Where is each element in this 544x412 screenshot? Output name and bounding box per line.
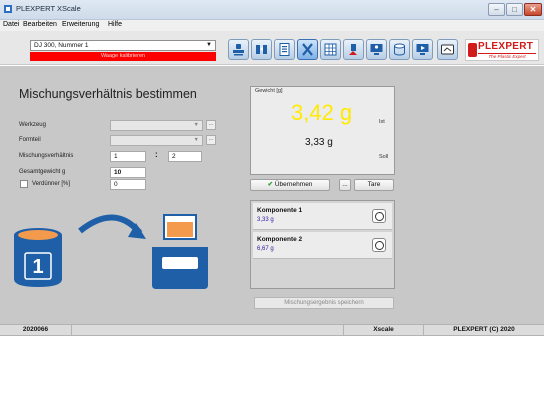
- window-title: PLEXPERT XScale: [16, 4, 81, 13]
- toolbar: DJ 300, Nummer 1 ▼ Waage kalibrieren PLE…: [0, 31, 544, 65]
- ratio-b-input[interactable]: 2: [168, 151, 202, 162]
- save-result-button[interactable]: Mischungsergebnis speichern: [254, 297, 394, 309]
- weight-panel: Gewicht [g] 3,42 g Ist 3,33 g Soll: [250, 86, 395, 175]
- minimize-button[interactable]: –: [488, 3, 505, 16]
- card-button[interactable]: [437, 39, 458, 60]
- stamp-button[interactable]: [228, 39, 249, 60]
- total-weight-input[interactable]: 10: [110, 167, 146, 178]
- card-icon: [441, 44, 454, 55]
- ratio-label: Mischungsverhältnis: [19, 153, 74, 159]
- menu-erweiterung[interactable]: Erweiterung: [62, 21, 99, 28]
- db-icon: [394, 43, 405, 56]
- monitor-person-button[interactable]: [366, 39, 387, 60]
- component-item[interactable]: Komponente 1 3,33 g: [253, 203, 392, 230]
- status-bar: 2020066 Xscale PLEXPERT (C) 2020: [0, 324, 544, 336]
- monitor-play-button[interactable]: [412, 39, 433, 60]
- component-item[interactable]: Komponente 2 6,67 g: [253, 232, 392, 259]
- stamp-icon: [233, 44, 244, 56]
- menu-bar: Datei Bearbeiten Erweiterung Hilfe: [0, 20, 544, 31]
- calibrate-icon: [349, 44, 357, 55]
- menu-hilfe[interactable]: Hilfe: [108, 21, 122, 28]
- plexpert-logo: PLEXPERT The Plastic Expert: [465, 39, 539, 61]
- mixing-illustration: 1: [14, 214, 208, 289]
- scale-button[interactable]: [297, 39, 318, 60]
- part-label: Formteil: [19, 137, 41, 143]
- menu-bearbeiten[interactable]: Bearbeiten: [23, 21, 57, 28]
- tool-select[interactable]: ▼: [110, 120, 203, 131]
- weight-ist-label: Ist: [379, 119, 385, 125]
- component-status-icon[interactable]: [372, 238, 386, 252]
- component-name: Komponente 1: [257, 207, 303, 214]
- main-panel: Mischungsverhältnis bestimmen Werkzeug ▼…: [0, 66, 544, 324]
- maximize-button[interactable]: □: [506, 3, 523, 16]
- logo-text: PLEXPERT: [478, 41, 534, 52]
- page-title: Mischungsverhältnis bestimmen: [19, 87, 197, 101]
- weight-more-button[interactable]: ...: [339, 179, 351, 191]
- calibrate-button[interactable]: [343, 39, 364, 60]
- component-status-icon[interactable]: [372, 209, 386, 223]
- weight-caption: Gewicht [g]: [255, 88, 283, 94]
- menu-datei[interactable]: Datei: [3, 21, 19, 28]
- logo-mark-icon: [468, 43, 477, 57]
- document-icon: [279, 43, 290, 56]
- status-id: 2020066: [0, 325, 72, 335]
- total-weight-label: Gesamtgewicht g: [19, 169, 66, 175]
- calibration-status: Waage kalibrieren: [30, 52, 216, 61]
- app-icon: [4, 5, 12, 13]
- chevron-down-icon: ▼: [206, 42, 212, 48]
- part-select[interactable]: ▼: [110, 135, 203, 146]
- components-panel: Komponente 1 3,33 g Komponente 2 6,67 g: [250, 200, 395, 289]
- accept-button-label: Übernehmen: [274, 181, 313, 188]
- can-number: 1: [32, 256, 43, 278]
- monitor-person-icon: [370, 44, 383, 55]
- database-button[interactable]: [389, 39, 410, 60]
- chevron-down-icon: ▼: [193, 122, 199, 128]
- title-bar: PLEXPERT XScale – □ ✕: [0, 0, 544, 20]
- weight-soll-value: 3,33 g: [305, 137, 333, 148]
- close-button[interactable]: ✕: [524, 3, 542, 16]
- thinner-checkbox[interactable]: [20, 180, 28, 188]
- status-empty: [72, 325, 344, 335]
- component-weight: 6,67 g: [257, 246, 274, 252]
- machine-select[interactable]: DJ 300, Nummer 1 ▼: [30, 40, 216, 51]
- grid-button[interactable]: [320, 39, 341, 60]
- weight-soll-label: Soll: [379, 154, 389, 160]
- chevron-down-icon: ▼: [193, 137, 199, 143]
- tare-button[interactable]: Tare: [354, 179, 394, 191]
- ratio-separator: :: [155, 150, 158, 159]
- scale-beaker-icon: [152, 214, 208, 289]
- swap-button[interactable]: [251, 39, 272, 60]
- thinner-label: Verdünner [%]: [32, 181, 71, 187]
- monitor-play-icon: [416, 44, 429, 55]
- component-weight: 3,33 g: [257, 217, 274, 223]
- machine-select-value: DJ 300, Nummer 1: [34, 42, 89, 49]
- component-name: Komponente 2: [257, 236, 303, 243]
- swap-icon: [256, 45, 267, 54]
- thinner-input[interactable]: 0: [110, 179, 146, 190]
- weight-ist-value: 3,42 g: [291, 100, 353, 125]
- logo-tagline: The Plastic Expert: [478, 53, 536, 59]
- tool-label: Werkzeug: [19, 122, 46, 128]
- ratio-a-input[interactable]: 1: [110, 151, 146, 162]
- arrow-icon: [78, 214, 143, 236]
- accept-button[interactable]: ✔ Übernehmen: [250, 179, 330, 191]
- status-app: Xscale: [344, 325, 424, 335]
- grid-icon: [324, 43, 337, 56]
- checkmark-icon: ✔: [267, 181, 274, 188]
- tool-browse-button[interactable]: ...: [206, 120, 216, 130]
- part-browse-button[interactable]: ...: [206, 135, 216, 145]
- status-copyright: PLEXPERT (C) 2020: [453, 326, 515, 333]
- document-button[interactable]: [274, 39, 295, 60]
- scale-icon: [302, 43, 313, 56]
